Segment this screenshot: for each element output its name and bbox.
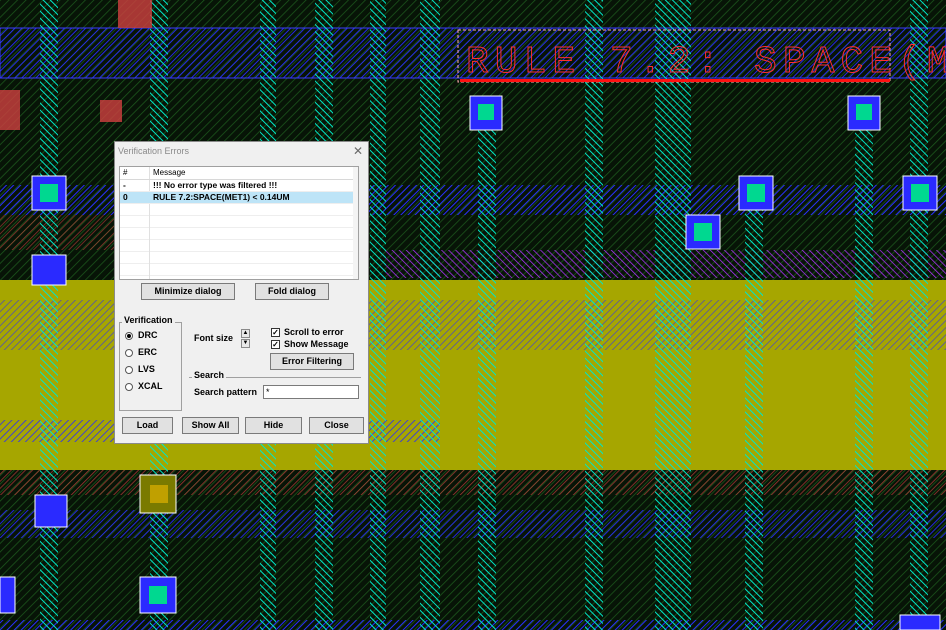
error-marker-bar [460,79,890,82]
column-header-message[interactable]: Message [153,168,185,177]
list-item-message: !!! No error type was filtered !!! [153,180,278,190]
show-all-button[interactable]: Show All [182,417,239,434]
search-pattern-label: Search pattern [194,387,258,397]
error-marker-text: RULE 7.2: SPACE(MET [466,41,946,84]
checkbox-check-icon: ✓ [271,328,280,338]
show-message-checkbox[interactable]: ✓ Show Message [271,339,349,350]
radio-drc[interactable]: DRC [125,330,158,340]
spin-up-icon[interactable]: ▲ [241,329,250,338]
show-message-label: Show Message [284,339,349,349]
error-filtering-button[interactable]: Error Filtering [270,353,354,370]
checkbox-check-icon: ✓ [271,340,280,350]
list-item-message: RULE 7.2:SPACE(MET1) < 0.14UM [153,192,290,202]
list-item-selected[interactable]: 0 RULE 7.2:SPACE(MET1) < 0.14UM [120,192,358,204]
hide-button[interactable]: Hide [245,417,302,434]
search-group-label: Search [192,370,227,380]
empty-row [120,276,358,279]
dialog-title: Verification Errors [118,146,190,156]
verification-group-label: Verification [122,315,175,325]
close-button[interactable]: Close [309,417,364,434]
close-icon[interactable]: ✕ [353,142,363,161]
metal2-bottom-line [0,620,946,630]
radio-erc[interactable]: ERC [125,347,157,357]
dialog-titlebar[interactable]: Verification Errors ✕ [115,142,368,161]
fold-dialog-button[interactable]: Fold dialog [255,283,329,300]
list-item-number: - [123,180,126,190]
font-size-spinner[interactable]: ▲ ▼ [241,329,250,348]
radio-dot-icon [125,348,133,357]
verification-errors-dialog: Verification Errors ✕ # Message - !!! No… [114,141,369,444]
empty-row [120,240,358,252]
column-header-number[interactable]: # [123,168,127,177]
spin-down-icon[interactable]: ▼ [241,339,250,348]
empty-row [120,216,358,228]
radio-dot-icon [125,331,133,340]
radio-xcal[interactable]: XCAL [125,381,163,391]
error-list-header: # Message [120,167,358,180]
list-item-number: 0 [123,192,128,202]
radio-lvs[interactable]: LVS [125,364,155,374]
list-scrollbar[interactable] [353,167,358,279]
radio-dot-icon [125,365,133,374]
scroll-to-error-label: Scroll to error [284,327,344,337]
radio-drc-label: DRC [138,330,158,340]
metal2-bottom-band [0,510,946,538]
empty-row [120,204,358,216]
empty-row [120,264,358,276]
radio-lvs-label: LVS [138,364,155,374]
empty-row [120,252,358,264]
list-item[interactable]: - !!! No error type was filtered !!! [120,180,358,192]
load-button[interactable]: Load [122,417,173,434]
search-pattern-input[interactable] [263,385,359,399]
error-list[interactable]: # Message - !!! No error type was filter… [119,166,359,280]
radio-dot-icon [125,382,133,391]
radio-xcal-label: XCAL [138,381,163,391]
radio-erc-label: ERC [138,347,158,357]
minimize-dialog-button[interactable]: Minimize dialog [141,283,235,300]
font-size-label: Font size [194,333,234,343]
empty-row [120,228,358,240]
scroll-to-error-checkbox[interactable]: ✓ Scroll to error [271,327,344,338]
